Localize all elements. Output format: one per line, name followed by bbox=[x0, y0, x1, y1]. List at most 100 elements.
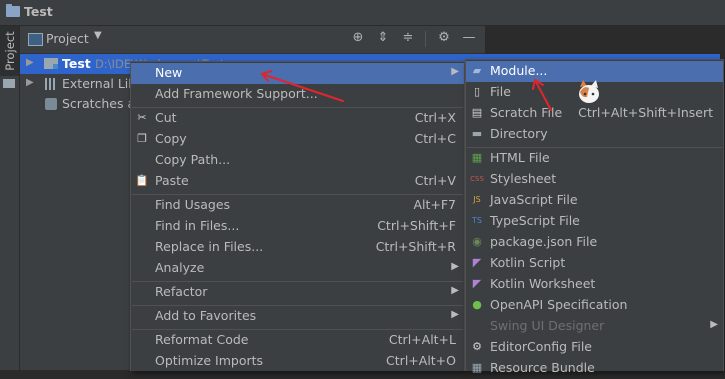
submenu-item-label: Kotlin Script bbox=[490, 255, 566, 270]
menu-item-label: Copy Path... bbox=[155, 152, 231, 167]
submenu-item-resource-bundle[interactable]: ▦ Resource Bundle bbox=[466, 358, 723, 379]
menu-item-label: Paste bbox=[155, 173, 189, 188]
menu-item-shortcut: Ctrl+Alt+O bbox=[386, 353, 456, 368]
menu-item-label: Analyze bbox=[155, 260, 205, 275]
project-view-selector[interactable]: Project bbox=[46, 31, 89, 46]
tree-root-name-wrap: Test bbox=[62, 56, 91, 71]
submenu-item-label: Module... bbox=[490, 63, 548, 78]
project-folder-icon bbox=[6, 4, 20, 17]
project-tool-tab[interactable]: Project bbox=[0, 26, 19, 76]
openapi-icon: ● bbox=[472, 298, 482, 311]
submenu-item-label: Kotlin Worksheet bbox=[490, 276, 596, 291]
project-toolbar: Project ▼ ⊕ ⇕ ≑ ⚙ — bbox=[20, 26, 485, 54]
window-title: Test bbox=[24, 4, 53, 19]
submenu-item-typescript-file[interactable]: TS TypeScript File bbox=[466, 211, 723, 232]
gear-icon[interactable]: ⚙ bbox=[436, 30, 452, 46]
chevron-right-icon[interactable]: ▶ bbox=[26, 57, 34, 68]
chevron-down-icon[interactable]: ▼ bbox=[94, 30, 102, 41]
submenu-item-kotlin-worksheet[interactable]: ◤ Kotlin Worksheet bbox=[466, 274, 723, 295]
submenu-item-javascript-file[interactable]: JS JavaScript File bbox=[466, 190, 723, 211]
title-bar: Test bbox=[0, 0, 725, 26]
menu-item-refactor[interactable]: Refactor ▶ bbox=[131, 282, 464, 303]
tool-window-stripe: Project bbox=[0, 26, 20, 370]
menu-item-new[interactable]: New ▶ bbox=[131, 63, 464, 84]
submenu-item-shortcut: Ctrl+Alt+Shift+Insert bbox=[578, 105, 713, 120]
submenu-item-openapi[interactable]: ● OpenAPI Specification bbox=[466, 295, 723, 316]
menu-item-shortcut: Ctrl+Shift+F bbox=[377, 218, 456, 233]
menu-item-shortcut: Ctrl+Shift+R bbox=[375, 239, 456, 254]
cut-icon: ✂ bbox=[137, 111, 147, 124]
toolbar-divider bbox=[425, 31, 426, 47]
menu-item-label: Find in Files... bbox=[155, 218, 240, 233]
module-folder-icon bbox=[44, 58, 58, 69]
menu-item-shortcut: Ctrl+C bbox=[414, 131, 456, 146]
submenu-item-swing-ui-designer[interactable]: Swing UI Designer ▶ bbox=[466, 316, 723, 337]
submenu-item-editorconfig[interactable]: ⚙ EditorConfig File bbox=[466, 337, 723, 358]
html-icon: ▦ bbox=[471, 151, 483, 164]
submenu-item-label: Swing UI Designer bbox=[490, 318, 605, 333]
submenu-item-directory[interactable]: ▬ Directory bbox=[466, 124, 723, 145]
structure-folder-icon[interactable] bbox=[3, 79, 15, 88]
module-icon: ▰ bbox=[472, 64, 482, 77]
menu-item-shortcut: Ctrl+X bbox=[414, 110, 456, 125]
chevron-right-icon[interactable]: ▶ bbox=[26, 77, 34, 88]
submenu-arrow-icon: ▶ bbox=[710, 319, 718, 330]
file-icon: ▯ bbox=[473, 85, 481, 98]
copy-icon: ❐ bbox=[137, 132, 147, 145]
tree-external-label: External Lib bbox=[62, 76, 137, 91]
submenu-arrow-icon: ▶ bbox=[451, 309, 459, 320]
submenu-item-scratch-file[interactable]: ▤ Scratch File Ctrl+Alt+Shift+Insert bbox=[466, 103, 723, 124]
menu-item-add-framework-support[interactable]: Add Framework Support... bbox=[131, 84, 464, 105]
menu-item-cut[interactable]: ✂ Cut Ctrl+X bbox=[131, 108, 464, 129]
hide-icon[interactable]: — bbox=[461, 30, 477, 46]
submenu-item-label: OpenAPI Specification bbox=[490, 297, 628, 312]
menu-item-copy[interactable]: ❐ Copy Ctrl+C bbox=[131, 129, 464, 150]
context-menu: New ▶ Add Framework Support... ✂ Cut Ctr… bbox=[130, 61, 465, 371]
ts-icon: TS bbox=[472, 216, 482, 225]
expand-all-icon[interactable]: ⇕ bbox=[375, 30, 391, 46]
menu-item-add-to-favorites[interactable]: Add to Favorites ▶ bbox=[131, 306, 464, 327]
resource-bundle-icon: ▦ bbox=[471, 361, 483, 374]
tree-scratches-label: Scratches ar bbox=[62, 96, 141, 111]
menu-item-paste[interactable]: 📋 Paste Ctrl+V bbox=[131, 171, 464, 192]
library-icon bbox=[45, 78, 57, 90]
submenu-item-label: package.json File bbox=[490, 234, 598, 249]
submenu-item-html-file[interactable]: ▦ HTML File bbox=[466, 148, 723, 169]
menu-item-replace-in-files[interactable]: Replace in Files... Ctrl+Shift+R bbox=[131, 237, 464, 258]
kotlin-worksheet-icon: ◤ bbox=[472, 277, 482, 290]
menu-item-find-in-files[interactable]: Find in Files... Ctrl+Shift+F bbox=[131, 216, 464, 237]
menu-item-optimize-imports[interactable]: Optimize Imports Ctrl+Alt+O bbox=[131, 351, 464, 372]
submenu-item-label: Directory bbox=[490, 126, 548, 141]
menu-item-label: Optimize Imports bbox=[155, 353, 264, 368]
tree-root-name: Test bbox=[62, 56, 91, 71]
menu-item-analyze[interactable]: Analyze ▶ bbox=[131, 258, 464, 279]
submenu-item-label: Scratch File bbox=[490, 105, 563, 120]
npm-icon: ◉ bbox=[472, 235, 482, 248]
new-submenu: ▰ Module... ▯ File ▤ Scratch File Ctrl+A… bbox=[465, 59, 724, 375]
menu-item-label: Reformat Code bbox=[155, 332, 249, 347]
menu-item-label: Find Usages bbox=[155, 197, 231, 212]
menu-item-label: Add to Favorites bbox=[155, 308, 257, 323]
collapse-all-icon[interactable]: ≑ bbox=[400, 30, 416, 46]
menu-item-label: Copy bbox=[155, 131, 187, 146]
submenu-item-label: HTML File bbox=[490, 150, 550, 165]
submenu-item-label: TypeScript File bbox=[490, 213, 580, 228]
submenu-item-kotlin-script[interactable]: ◤ Kotlin Script bbox=[466, 253, 723, 274]
menu-item-reformat-code[interactable]: Reformat Code Ctrl+Alt+L bbox=[131, 330, 464, 351]
submenu-arrow-icon: ▶ bbox=[451, 261, 459, 272]
submenu-arrow-icon: ▶ bbox=[451, 66, 459, 77]
kotlin-icon: ◤ bbox=[472, 256, 482, 269]
css-icon: CSS bbox=[470, 175, 484, 183]
submenu-item-package-json[interactable]: ◉ package.json File bbox=[466, 232, 723, 253]
menu-item-label: Replace in Files... bbox=[155, 239, 264, 254]
menu-item-find-usages[interactable]: Find Usages Alt+F7 bbox=[131, 195, 464, 216]
js-icon: JS bbox=[473, 195, 481, 204]
menu-item-copy-path[interactable]: Copy Path... bbox=[131, 150, 464, 171]
cat-sticker-icon bbox=[576, 79, 602, 105]
paste-icon: 📋 bbox=[135, 174, 149, 187]
submenu-item-stylesheet[interactable]: CSS Stylesheet bbox=[466, 169, 723, 190]
menu-item-label: New bbox=[155, 65, 183, 80]
locate-icon[interactable]: ⊕ bbox=[350, 30, 366, 46]
scratches-icon bbox=[45, 98, 57, 110]
menu-item-shortcut: Ctrl+V bbox=[414, 173, 456, 188]
